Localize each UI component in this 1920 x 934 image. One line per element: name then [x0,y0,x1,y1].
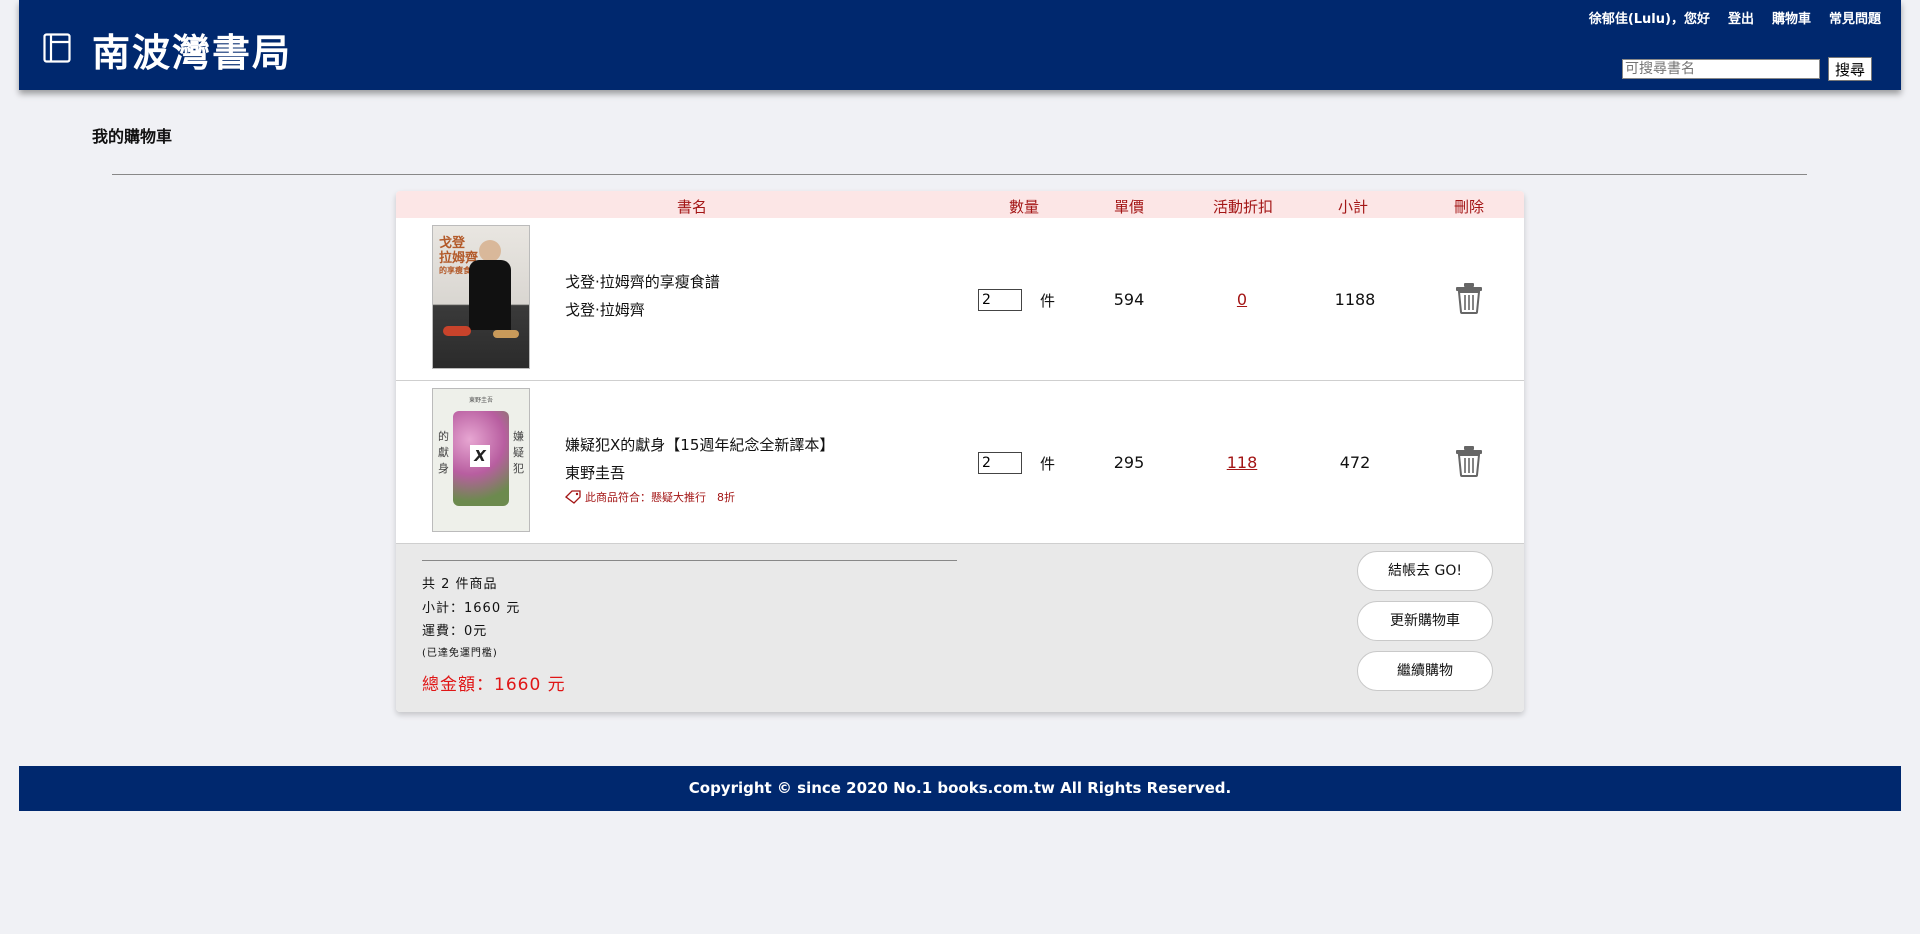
update-cart-button[interactable]: 更新購物車 [1357,601,1493,641]
summary-divider [422,560,957,561]
logout-link[interactable]: 登出 [1728,8,1754,27]
top-nav: 徐郁佳(Lulu)，您好 登出 購物車 常見問題 [1589,8,1881,27]
trash-icon[interactable] [1454,445,1484,477]
column-header-subtotal: 小計 [1337,198,1368,216]
shipping-fee: 運費：0元 [422,624,488,639]
column-header-title: 書名 [676,198,707,216]
book-cover-image[interactable]: 東野圭吾 X 嫌疑犯 的獻身 [432,388,530,532]
page-title: 我的購物車 [92,127,173,146]
unit-price: 594 [1113,290,1145,309]
cover-text: 東野圭吾 [468,397,493,404]
divider [112,174,1807,175]
cart-row: 戈登 拉姆齊 的享瘦食譜 戈登·拉姆齊的享瘦食譜 戈登·拉姆齊 件 594 0 … [396,218,1524,381]
book-icon[interactable] [43,33,71,63]
cart-panel: 書名 數量 單價 活動折扣 小計 刪除 戈登 拉姆齊 的享瘦食譜 戈登·拉姆齊的… [396,191,1524,712]
continue-shopping-button[interactable]: 繼續購物 [1357,651,1493,691]
book-cover-image[interactable]: 戈登 拉姆齊 的享瘦食譜 [432,225,530,369]
summary-subtotal: 小計：1660 元 [422,601,521,616]
discount-link[interactable]: 118 [1192,453,1292,472]
cart-row: 東野圭吾 X 嫌疑犯 的獻身 嫌疑犯X的獻身【15週年紀念全新譯本】 東野圭吾 … [396,381,1524,544]
book-author[interactable]: 東野圭吾 [565,462,625,483]
row-subtotal: 1188 [1334,290,1376,309]
promo-tag: 此商品符合：懸疑大推行 8折 [565,489,735,505]
unit-price: 295 [1113,453,1145,472]
item-count: 共 2 件商品 [422,577,498,592]
tag-icon [565,490,581,504]
cover-text: X [470,445,490,467]
site-title[interactable]: 南波灣書局 [92,22,292,77]
column-header-discount: 活動折扣 [1212,198,1273,216]
cart-link[interactable]: 購物車 [1772,8,1811,27]
cover-text: 戈登 [439,236,466,251]
column-header-qty: 數量 [1008,198,1039,216]
qty-unit: 件 [1040,292,1056,310]
cart-table-header: 書名 數量 單價 活動折扣 小計 刪除 [396,191,1524,218]
qty-unit: 件 [1040,455,1056,473]
search-input[interactable] [1622,59,1820,79]
row-subtotal: 472 [1339,453,1371,472]
site-header: 南波灣書局 徐郁佳(Lulu)，您好 登出 購物車 常見問題 [19,0,1901,90]
shipping-note: (已達免運門檻) [422,648,498,659]
cart-summary: 共 2 件商品 小計：1660 元 運費：0元 (已達免運門檻) 總金額：166… [396,544,1524,712]
checkout-button[interactable]: 結帳去 GO! [1357,551,1493,591]
column-header-delete: 刪除 [1453,198,1484,216]
book-title[interactable]: 戈登·拉姆齊的享瘦食譜 [565,271,720,292]
site-footer: Copyright © since 2020 No.1 books.com.tw… [19,766,1901,811]
discount-link[interactable]: 0 [1192,290,1292,309]
faq-link[interactable]: 常見問題 [1829,8,1881,27]
search-button[interactable]: 搜尋 [1828,57,1872,81]
trash-icon[interactable] [1454,282,1484,314]
book-title[interactable]: 嫌疑犯X的獻身【15週年紀念全新譯本】 [565,434,834,455]
cover-text: 嫌疑犯 [513,430,524,475]
cover-text: 的獻身 [438,430,449,475]
order-total: 總金額：1660 元 [422,675,566,695]
user-greeting: 徐郁佳(Lulu)，您好 [1588,12,1710,27]
quantity-input[interactable] [978,452,1022,474]
column-header-price: 單價 [1113,198,1144,216]
quantity-input[interactable] [978,289,1022,311]
book-author[interactable]: 戈登·拉姆齊 [565,299,645,320]
promo-text: 此商品符合：懸疑大推行 8折 [585,491,735,504]
